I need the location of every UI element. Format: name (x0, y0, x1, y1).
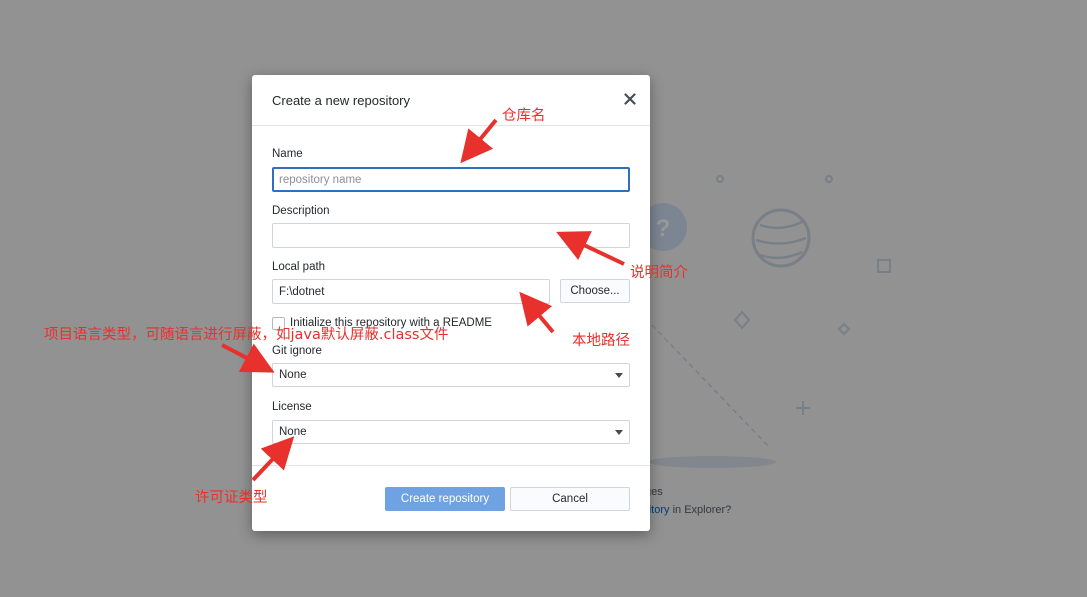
local-path-label: Local path (272, 261, 326, 273)
close-button[interactable] (620, 89, 640, 109)
cancel-button[interactable]: Cancel (510, 487, 630, 511)
annotation-local-path: 本地路径 (572, 333, 630, 349)
annotation-description: 说明简介 (630, 265, 688, 281)
git-ignore-select[interactable]: None (272, 363, 630, 387)
create-repository-button[interactable]: Create repository (385, 487, 505, 511)
close-icon (624, 93, 636, 105)
local-path-input[interactable] (272, 279, 550, 304)
choose-button[interactable]: Choose... (560, 279, 630, 303)
dialog-footer: Create repository Cancel (252, 465, 650, 532)
create-repository-dialog: Create a new repository Name Description… (252, 75, 650, 531)
name-input[interactable] (272, 167, 630, 192)
annotation-git-ignore: 项目语言类型，可随语言进行屏蔽，如java默认屏蔽.class文件 (44, 327, 449, 343)
dialog-header: Create a new repository (252, 75, 650, 126)
dialog-title: Create a new repository (272, 93, 411, 108)
annotation-license: 许可证类型 (195, 490, 268, 506)
license-value: None (279, 426, 307, 438)
git-ignore-value: None (279, 369, 307, 381)
description-input[interactable] (272, 223, 630, 248)
caret-down-icon (615, 430, 623, 435)
name-label: Name (272, 148, 303, 160)
description-label: Description (272, 205, 330, 217)
caret-down-icon (615, 373, 623, 378)
annotation-repo-name: 仓库名 (502, 108, 546, 124)
license-select[interactable]: None (272, 420, 630, 444)
git-ignore-label: Git ignore (272, 345, 322, 357)
license-label: License (272, 401, 312, 413)
